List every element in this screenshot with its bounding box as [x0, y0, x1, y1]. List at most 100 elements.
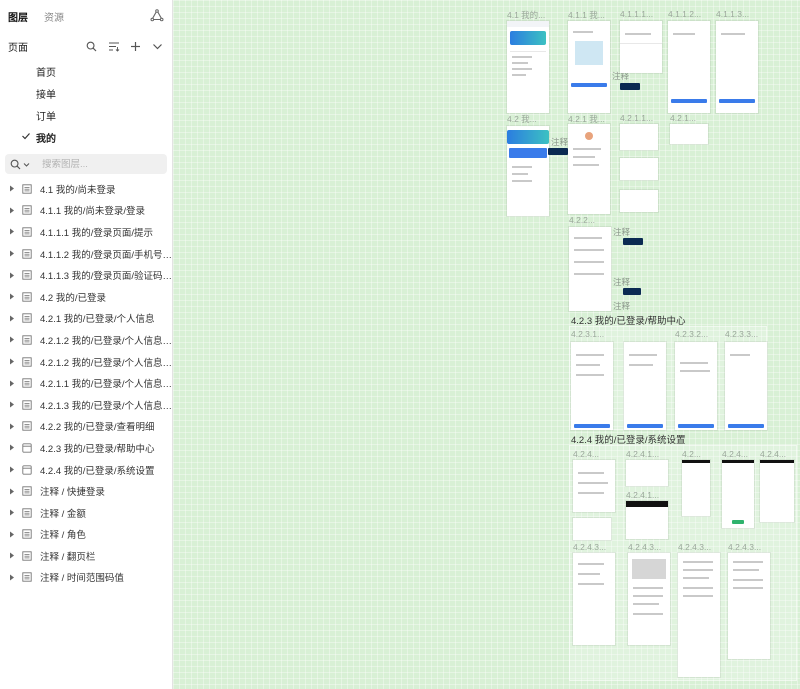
section-icon [22, 464, 32, 475]
note-tag[interactable] [548, 148, 568, 155]
layer-label: 4.2 我的/已登录 [40, 292, 106, 304]
layer-item[interactable]: 注释 / 翻页栏 [0, 545, 172, 567]
layer-item[interactable]: 4.2.1.2 我的/已登录/个人信息/修... [0, 329, 172, 351]
layer-item[interactable]: 4.1.1.1 我的/登录页面/提示 [0, 221, 172, 243]
add-page-icon[interactable] [129, 40, 142, 53]
layer-item[interactable]: 4.2.2 我的/已登录/查看明细 [0, 416, 172, 438]
frame-4-1-1-1[interactable] [620, 21, 662, 73]
frame-4-1-1[interactable] [568, 21, 610, 113]
expand-arrow-icon[interactable] [9, 250, 15, 257]
note-tag[interactable] [623, 288, 641, 295]
frame-4-2-4-7[interactable] [678, 553, 720, 677]
layer-item[interactable]: 4.1.1.3 我的/登录页面/验证码输入 [0, 264, 172, 286]
expand-arrow-icon[interactable] [9, 293, 15, 300]
frame-4-2-4-4[interactable] [760, 460, 794, 522]
page-item-orders[interactable]: 订单 [0, 104, 172, 126]
collapse-pages-chevron-icon[interactable] [151, 40, 164, 53]
frame-4-2-1-1[interactable] [620, 124, 658, 150]
expand-arrow-icon[interactable] [9, 574, 15, 581]
layer-search-input[interactable] [42, 158, 152, 170]
frame-4-2-3-3[interactable] [675, 342, 717, 430]
frame-label: 4.1.1.1... [620, 9, 654, 19]
frame-4-2-4-8[interactable] [728, 553, 770, 659]
frame-4-2-4-6[interactable] [628, 553, 670, 645]
frame-4-2-1-4[interactable] [670, 124, 708, 144]
page-item-orders-take[interactable]: 接单 [0, 82, 172, 104]
search-icon[interactable] [10, 159, 21, 170]
sort-pages-icon[interactable] [107, 40, 120, 53]
note-tag[interactable] [620, 83, 640, 90]
frame-4-2-4-3[interactable] [722, 460, 754, 528]
expand-arrow-icon[interactable] [9, 207, 15, 214]
frame-4-2-1-2[interactable] [620, 158, 658, 180]
plugin-icon[interactable] [150, 9, 164, 23]
expand-arrow-icon[interactable] [9, 531, 15, 538]
design-canvas[interactable]: 4.1 我的... 4.1.1 我... 注释 4.1.1.1... 4.1.1… [173, 0, 800, 689]
note-tag[interactable] [623, 238, 643, 245]
expand-arrow-icon[interactable] [9, 488, 15, 495]
frame-label: 4.2.4... [760, 449, 786, 459]
expand-arrow-icon[interactable] [9, 444, 15, 451]
search-pages-icon[interactable] [85, 40, 98, 53]
layer-item[interactable]: 注释 / 角色 [0, 524, 172, 546]
expand-arrow-icon[interactable] [9, 552, 15, 559]
frame-4-2-4-2[interactable] [682, 460, 710, 516]
layer-item[interactable]: 4.2.1.2 我的/已登录/个人信息/修... [0, 351, 172, 373]
frame-4-2[interactable] [507, 126, 549, 216]
expand-arrow-icon[interactable] [9, 423, 15, 430]
frame-4-1-1-2[interactable] [668, 21, 710, 113]
frame-4-2-4-1-1[interactable] [626, 460, 668, 486]
layer-item[interactable]: 4.1.1.2 我的/登录页面/手机号验... [0, 243, 172, 265]
layer-search-bar [5, 154, 167, 174]
layer-item[interactable]: 4.2 我的/已登录 [0, 286, 172, 308]
expand-arrow-icon[interactable] [9, 315, 15, 322]
checkmark-icon [22, 133, 30, 140]
frame-4-2-2[interactable] [569, 227, 611, 311]
frame-4-2-4-1-2[interactable] [626, 501, 668, 539]
expand-arrow-icon[interactable] [9, 509, 15, 516]
layer-item[interactable]: 4.2.1.1 我的/已登录/个人信息/修... [0, 372, 172, 394]
frame-4-2-3-2[interactable] [624, 342, 666, 430]
expand-arrow-icon[interactable] [9, 466, 15, 473]
page-list: 首页 接单 订单 我的 [0, 60, 172, 148]
layer-item[interactable]: 注释 / 快捷登录 [0, 480, 172, 502]
layer-item[interactable]: 4.2.3 我的/已登录/帮助中心 [0, 437, 172, 459]
page-item-home[interactable]: 首页 [0, 60, 172, 82]
layer-item[interactable]: 注释 / 时间范围码值 [0, 567, 172, 589]
frame-4-2-1-3[interactable] [620, 190, 658, 212]
frame-4-2-4-1-a[interactable] [573, 518, 611, 540]
expand-arrow-icon[interactable] [9, 380, 15, 387]
expand-arrow-icon[interactable] [9, 228, 15, 235]
expand-arrow-icon[interactable] [9, 401, 15, 408]
layer-label: 4.1 我的/尚未登录 [40, 184, 116, 196]
layer-item[interactable]: 注释 / 金额 [0, 502, 172, 524]
frame-icon [22, 270, 32, 280]
frame-4-1[interactable] [507, 21, 549, 113]
layer-label: 注释 / 角色 [40, 530, 86, 542]
tab-assets[interactable]: 资源 [44, 9, 64, 24]
frame-4-1-1-3[interactable] [716, 21, 758, 113]
page-label: 我的 [36, 133, 56, 145]
frame-4-2-4-5[interactable] [573, 553, 615, 645]
layer-item[interactable]: 4.1.1 我的/尚未登录/登录 [0, 200, 172, 222]
frame-label: 4.2.4.1... [626, 490, 660, 500]
layer-item[interactable]: 4.2.4 我的/已登录/系统设置 [0, 459, 172, 481]
frame-4-2-3-1[interactable] [571, 342, 613, 430]
chevron-down-icon[interactable] [23, 161, 30, 168]
frame-4-2-3-4[interactable] [725, 342, 767, 430]
layer-item[interactable]: 4.2.1 我的/已登录/个人信息 [0, 308, 172, 330]
tab-layers[interactable]: 图层 [8, 9, 28, 24]
pages-title: 页面 [8, 42, 28, 54]
frame-4-2-4-1[interactable] [573, 460, 615, 512]
layer-item[interactable]: 4.2.1.3 我的/已登录/个人信息/退... [0, 394, 172, 416]
expand-arrow-icon[interactable] [9, 336, 15, 343]
frame-label: 4.2.3.2... [675, 329, 709, 339]
expand-arrow-icon[interactable] [9, 358, 15, 365]
note-label: 注释 [613, 227, 631, 237]
frame-4-2-1[interactable] [568, 124, 610, 214]
expand-arrow-icon[interactable] [9, 272, 15, 279]
page-item-mine[interactable]: 我的 [0, 126, 172, 148]
frame-label: 4.2.2... [569, 215, 595, 225]
layer-item[interactable]: 4.1 我的/尚未登录 [0, 178, 172, 200]
expand-arrow-icon[interactable] [9, 185, 15, 192]
